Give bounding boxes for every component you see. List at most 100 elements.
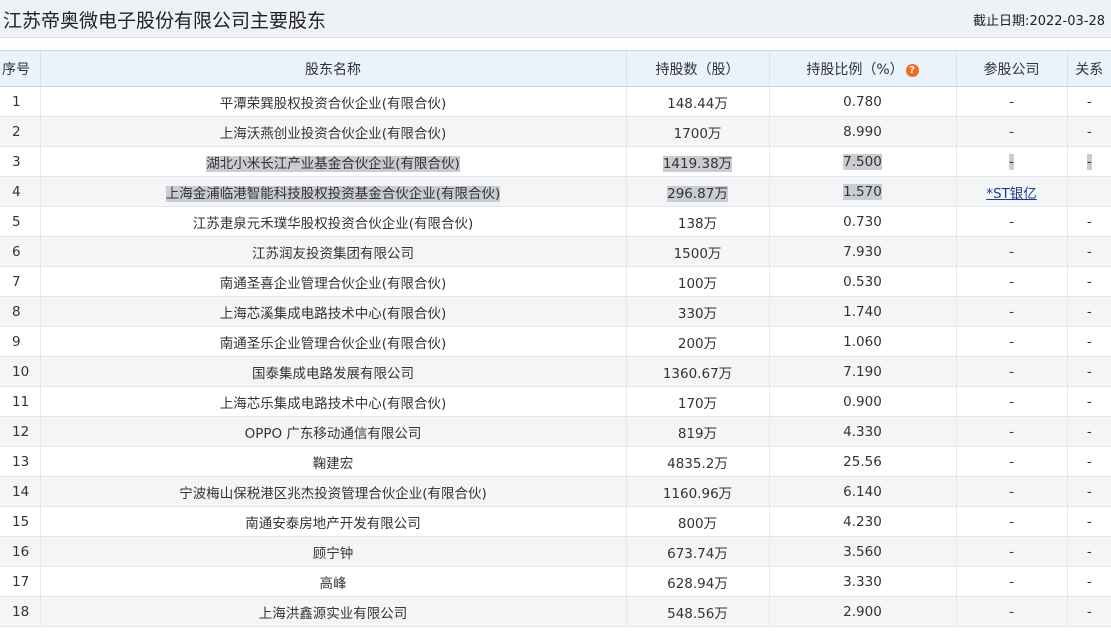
shares-held-cell: 200万	[625, 326, 769, 357]
shares-held-cell: 330万	[625, 296, 769, 327]
shareholder-name: 顾宁钟	[312, 545, 354, 562]
relation: -	[1086, 213, 1092, 230]
holding-ratio-cell: 4.230	[768, 506, 956, 537]
related-company-cell: -	[955, 326, 1067, 357]
row-no-cell: 18	[0, 596, 40, 627]
row-no-cell: 7	[0, 266, 40, 297]
cutoff-date: 截止日期:2022-03-28	[973, 10, 1105, 29]
relation: -	[1086, 453, 1092, 470]
relation-cell: -	[1066, 506, 1111, 537]
shares-held: 1419.38万	[662, 155, 733, 172]
related-company-cell: -	[955, 416, 1067, 447]
relation-cell: -	[1066, 266, 1111, 297]
holding-ratio: 4.330	[843, 423, 882, 440]
shareholder-name: 鞠建宏	[312, 455, 354, 472]
table-row: 6 江苏润友投资集团有限公司 1500万 7.930 - -	[0, 236, 1111, 267]
shareholder-name: 高峰	[319, 575, 347, 592]
row-no: 15	[12, 513, 30, 530]
cutoff-date-label: 截止日期:	[973, 14, 1030, 29]
relation-cell: -	[1066, 416, 1111, 447]
row-no-cell: 6	[0, 236, 40, 267]
relation: -	[1086, 603, 1092, 620]
relation: -	[1086, 513, 1092, 530]
related-company: -	[1009, 273, 1014, 290]
question-icon[interactable]: ?	[905, 63, 919, 77]
shareholder-name: 宁波梅山保税港区兆杰投资管理合伙企业(有限合伙)	[179, 485, 487, 502]
related-company: -	[1009, 213, 1014, 230]
header-bar: 江苏帝奥微电子股份有限公司主要股东 截止日期:2022-03-28	[0, 0, 1111, 38]
row-no: 2	[12, 123, 21, 140]
table-row: 2 上海沃燕创业投资合伙企业(有限合伙) 1700万 8.990 - -	[0, 116, 1111, 147]
shares-held: 628.94万	[667, 575, 728, 592]
shareholder-name-cell: OPPO 广东移动通信有限公司	[39, 416, 626, 447]
row-no: 8	[12, 303, 21, 320]
table-row: 18 上海洪鑫源实业有限公司 548.56万 2.900 - -	[0, 596, 1111, 627]
related-company-cell: -	[955, 116, 1067, 147]
shares-held-cell: 1360.67万	[625, 356, 769, 387]
shareholder-name-cell: 宁波梅山保税港区兆杰投资管理合伙企业(有限合伙)	[39, 476, 626, 507]
table-row: 5 江苏疌泉元禾璞华股权投资合伙企业(有限合伙) 138万 0.730 - -	[0, 206, 1111, 237]
shares-held: 170万	[677, 395, 718, 412]
shares-held: 548.56万	[667, 605, 728, 622]
shares-held-cell: 296.87万	[625, 176, 769, 207]
holding-ratio-cell: 0.530	[768, 266, 956, 297]
col-header-shares: 持股数（股）	[625, 50, 769, 87]
shareholder-name: 上海芯溪集成电路技术中心(有限合伙)	[219, 305, 447, 322]
shares-held: 138万	[677, 215, 718, 232]
table-row: 15 南通安泰房地产开发有限公司 800万 4.230 - -	[0, 506, 1111, 537]
relation: -	[1086, 423, 1092, 440]
holding-ratio: 7.190	[843, 363, 882, 380]
related-company: -	[1009, 363, 1014, 380]
related-company: -	[1009, 333, 1014, 350]
holding-ratio-cell: 1.060	[768, 326, 956, 357]
row-no: 16	[12, 543, 30, 560]
relation: -	[1086, 303, 1092, 320]
holding-ratio-cell: 8.990	[768, 116, 956, 147]
shares-held-cell: 1700万	[625, 116, 769, 147]
holding-ratio-cell: 0.900	[768, 386, 956, 417]
holding-ratio: 2.900	[843, 603, 882, 620]
row-no-cell: 14	[0, 476, 40, 507]
shares-held: 673.74万	[667, 545, 728, 562]
row-no-cell: 12	[0, 416, 40, 447]
shareholder-name: 南通安泰房地产开发有限公司	[245, 515, 421, 532]
relation: -	[1086, 363, 1092, 380]
relation: -	[1086, 333, 1092, 350]
row-no: 5	[12, 213, 21, 230]
related-company-cell: -	[955, 446, 1067, 477]
holding-ratio: 3.330	[843, 573, 882, 590]
row-no: 13	[12, 453, 30, 470]
row-no-cell: 15	[0, 506, 40, 537]
holding-ratio-cell: 3.560	[768, 536, 956, 567]
relation-cell: -	[1066, 596, 1111, 627]
shareholder-name: 南通圣喜企业管理合伙企业(有限合伙)	[219, 275, 447, 292]
related-company: -	[1009, 93, 1014, 110]
page-title: 江苏帝奥微电子股份有限公司主要股东	[3, 10, 327, 32]
shares-held: 4835.2万	[667, 455, 728, 472]
shares-held: 200万	[677, 335, 718, 352]
shareholder-name-cell: 南通圣乐企业管理合伙企业(有限合伙)	[39, 326, 626, 357]
shares-held-cell: 628.94万	[625, 566, 769, 597]
shares-held: 1500万	[673, 245, 722, 262]
row-no-cell: 8	[0, 296, 40, 327]
related-company: -	[1009, 483, 1014, 500]
row-no-cell: 16	[0, 536, 40, 567]
shareholder-name: 上海金浦临港智能科技股权投资基金合伙企业(有限合伙)	[165, 185, 501, 202]
shareholder-name: 平潭荣巽股权投资合伙企业(有限合伙)	[219, 95, 447, 112]
holding-ratio-cell: 4.330	[768, 416, 956, 447]
row-no-cell: 10	[0, 356, 40, 387]
shares-held: 148.44万	[667, 95, 728, 112]
shareholder-name: 湖北小米长江产业基金合伙企业(有限合伙)	[206, 155, 460, 172]
related-company-cell: -	[955, 596, 1067, 627]
holding-ratio: 0.730	[843, 213, 882, 230]
row-no-cell: 13	[0, 446, 40, 477]
shares-held-cell: 148.44万	[625, 86, 769, 117]
holding-ratio-cell: 7.500	[768, 146, 956, 177]
holding-ratio-cell: 2.900	[768, 596, 956, 627]
related-company-cell: -	[955, 146, 1067, 177]
holding-ratio: 1.570	[843, 183, 882, 200]
row-no: 14	[12, 483, 30, 500]
table-body: 1 平潭荣巽股权投资合伙企业(有限合伙) 148.44万 0.780 - - 2 上海沃燕创业…	[0, 86, 1111, 627]
relation-cell: -	[1066, 296, 1111, 327]
related-company[interactable]: *ST银亿	[986, 186, 1037, 202]
